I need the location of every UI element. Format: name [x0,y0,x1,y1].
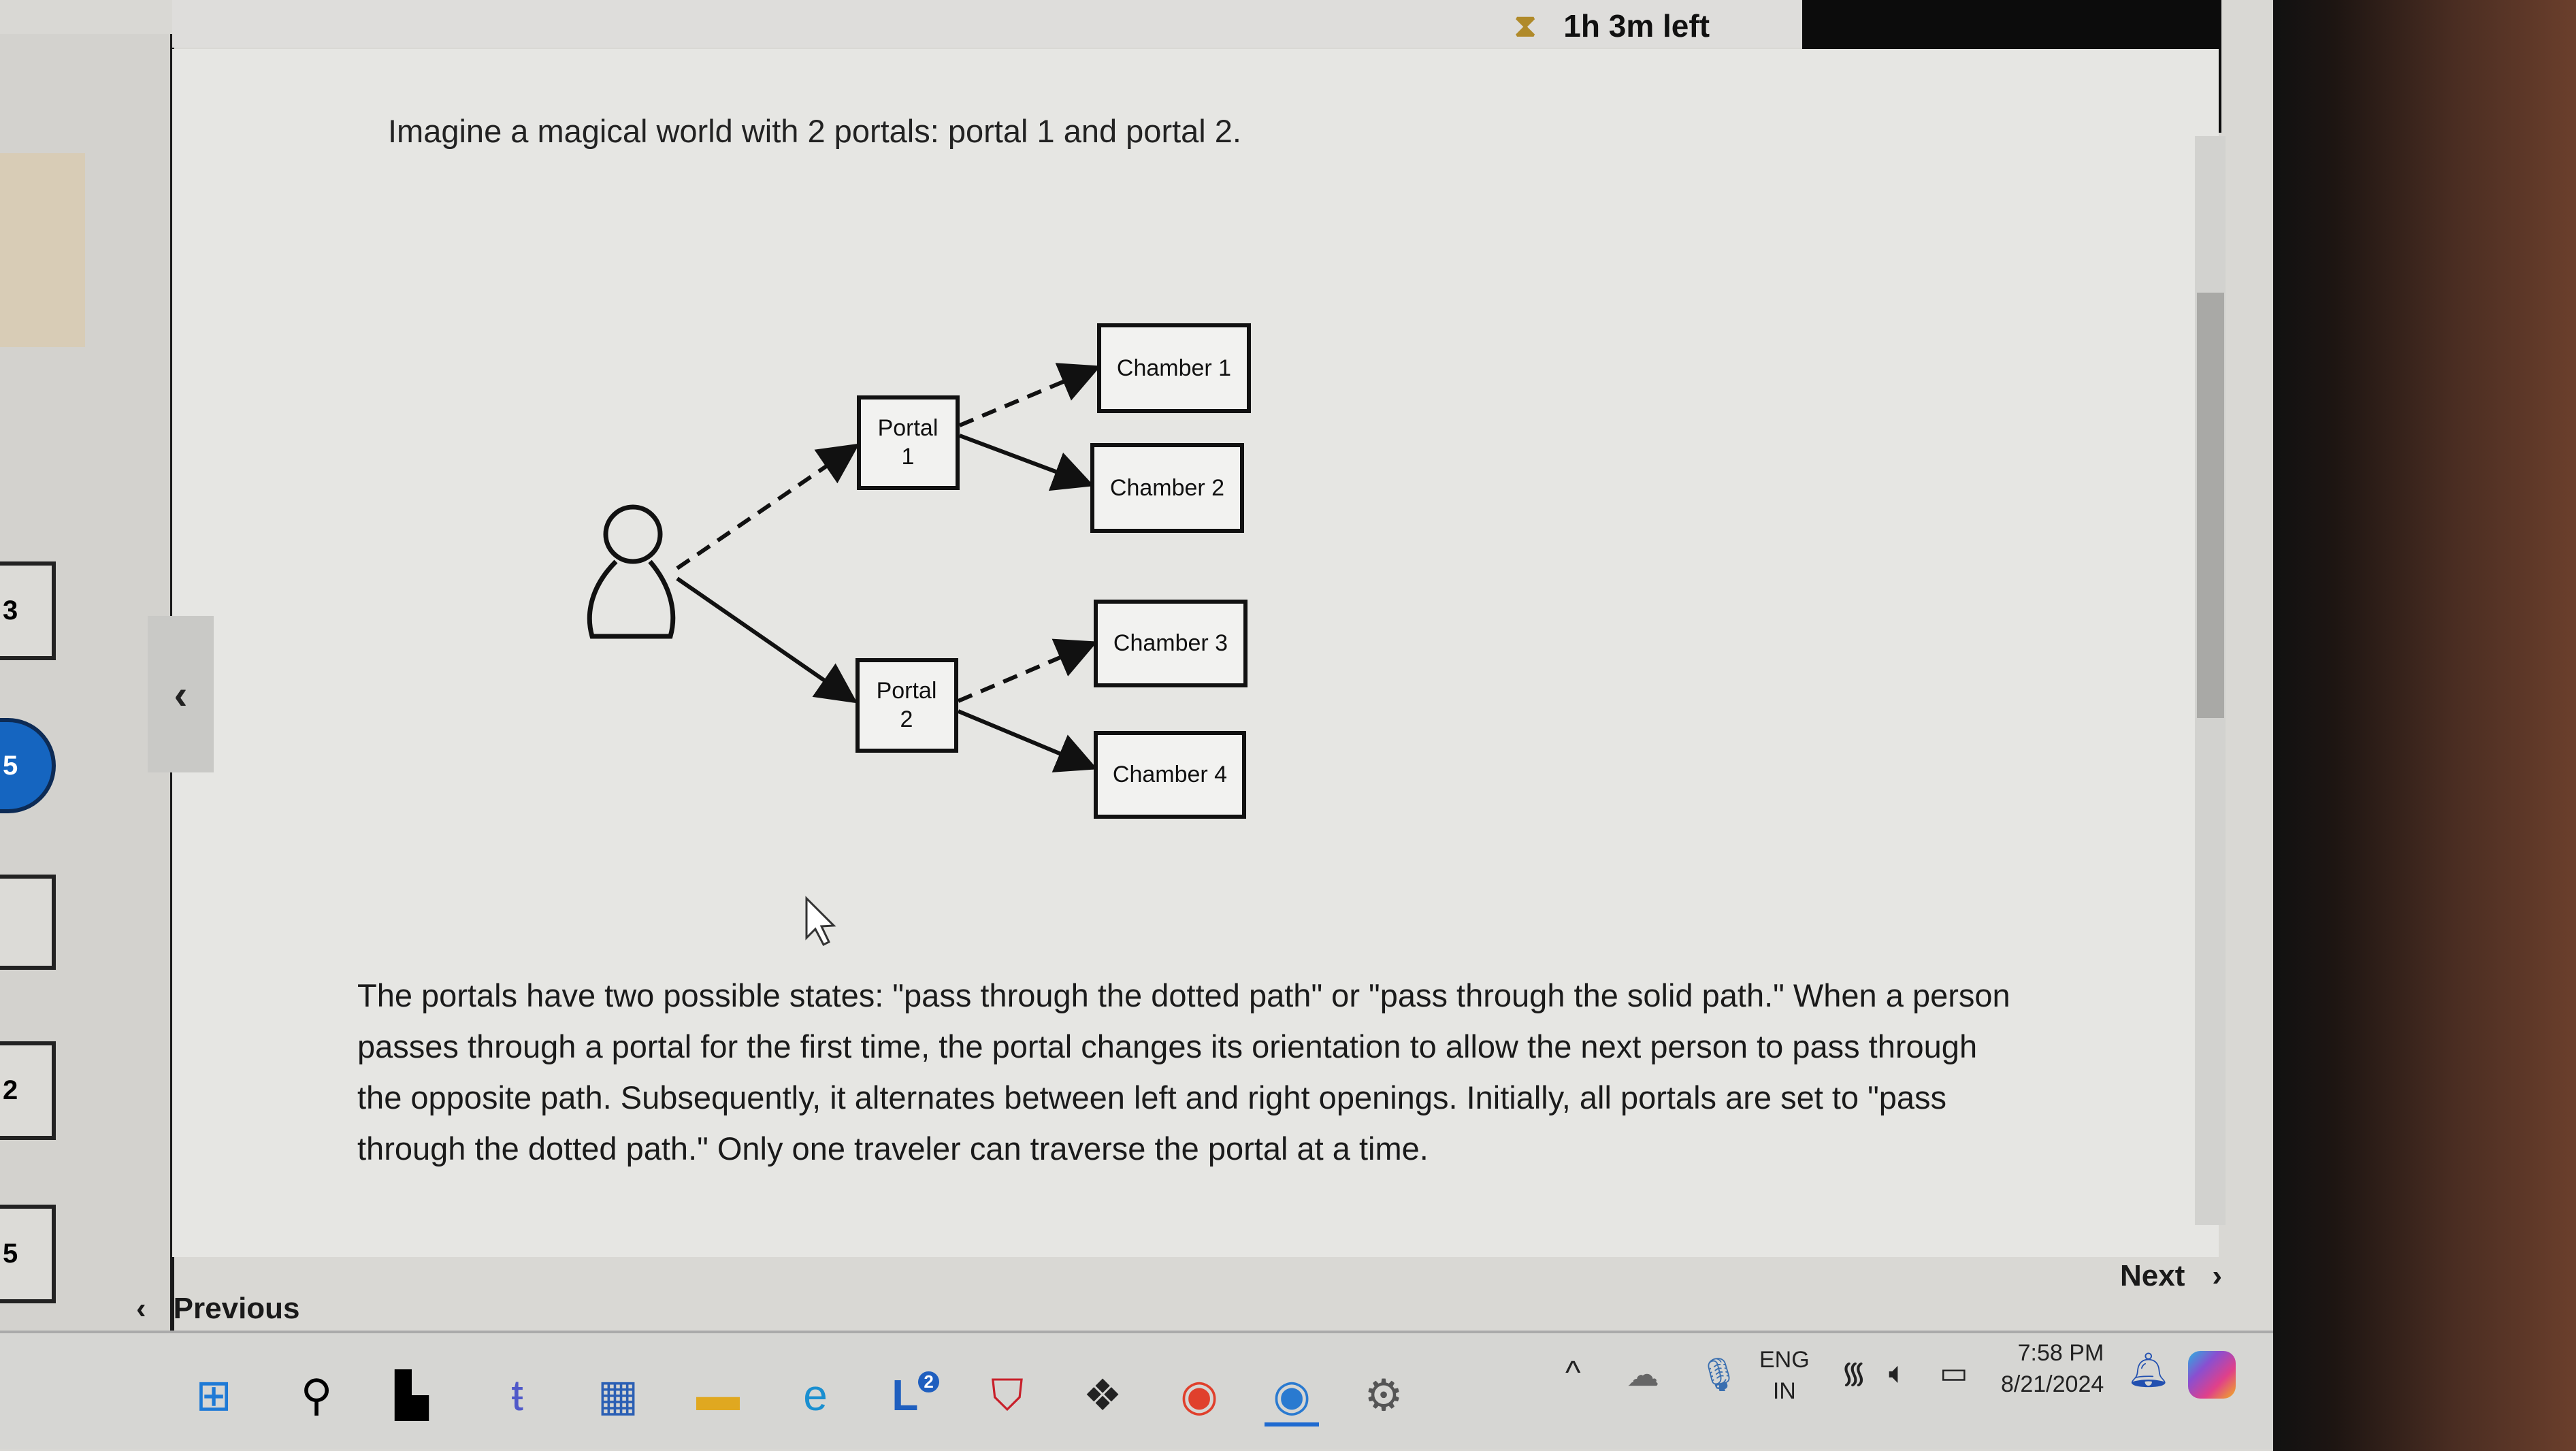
chevron-right-icon: › [2212,1259,2223,1292]
solid-path [958,434,1094,491]
windows-start-icon[interactable]: ⊞ [186,1368,241,1422]
settings-icon[interactable]: ⚙ [1356,1368,1411,1422]
portal-diagram: Portal 1 Portal 2 Chamber 1 Chamber 2 Ch… [587,323,1251,947]
l-app-icon[interactable]: L2 [888,1368,943,1422]
solid-path [676,576,858,704]
copilot-icon[interactable] [2188,1351,2236,1399]
portal-1-label: Portal [878,415,939,441]
portal-2-label: Portal [877,678,937,704]
portal-1-number: 1 [902,444,915,470]
chevron-left-icon: ‹ [174,671,188,717]
region: IN [1772,1378,1796,1404]
question-body: The portals have two possible states: "p… [357,977,2010,1167]
language: ENG [1759,1347,1810,1373]
task-view-icon[interactable]: ▙ [385,1368,439,1422]
dotted-path [957,638,1098,703]
volume-icon[interactable]: 🔈︎ [1889,1358,1906,1389]
chevron-left-icon: ‹ [136,1292,146,1325]
mcafee-icon[interactable]: ⛉ [980,1368,1034,1422]
solid-path [957,709,1098,772]
wifi-icon[interactable]: ᯾ [1841,1358,1866,1389]
file-explorer-icon[interactable]: ▬ [691,1368,745,1422]
portal-1-box [857,395,960,490]
notification-badge: 2 [918,1371,939,1392]
chamber-3-label: Chamber 3 [1113,630,1228,656]
microphone-icon[interactable]: 🎙︎ [1698,1359,1740,1392]
portal-2-number: 2 [900,706,913,732]
show-hidden-icons-icon[interactable]: ^ [1565,1357,1581,1390]
next-button[interactable]: Next › [2120,1259,2222,1293]
chamber-2-label: Chamber 2 [1110,475,1224,501]
person-icon [587,504,676,639]
clock[interactable]: 7:58 PM 8/21/2024 [2001,1337,2104,1400]
chrome-profile-icon[interactable]: ◉ [1265,1368,1319,1426]
scrollbar-thumb[interactable] [2197,293,2224,718]
previous-label: Previous [173,1292,300,1325]
teams-icon[interactable]: ŧ [490,1368,544,1422]
battery-icon[interactable]: ▭ [1940,1358,1968,1389]
previous-button[interactable]: ‹ Previous [136,1292,300,1326]
store-icon[interactable]: ▦ [591,1368,645,1422]
dotted-path [958,363,1101,427]
chrome-icon[interactable]: ◉ [1172,1368,1226,1422]
dropbox-icon[interactable]: ❖ [1075,1368,1130,1422]
edge-icon[interactable]: e [788,1368,843,1422]
next-label: Next [2120,1259,2185,1292]
mouse-cursor-icon [805,896,836,947]
portal-2-box [855,658,958,753]
dotted-path [676,443,860,570]
notification-bell-icon[interactable]: 🔔︎ [2127,1353,2170,1387]
date: 8/21/2024 [2001,1371,2104,1397]
chamber-4-label: Chamber 4 [1113,762,1227,787]
language-indicator[interactable]: ENG IN [1759,1344,1810,1407]
chamber-1-label: Chamber 1 [1117,355,1231,381]
collapse-sidebar-button[interactable]: ‹ [148,616,214,772]
time: 7:58 PM [2017,1340,2104,1366]
onedrive-icon[interactable]: ☁ [1627,1359,1659,1392]
search-icon[interactable]: ⚲ [289,1368,344,1422]
